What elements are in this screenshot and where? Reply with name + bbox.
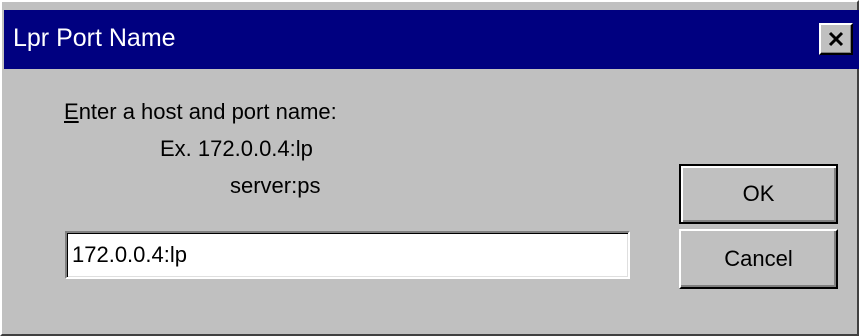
lpr-port-name-dialog: Lpr Port Name Enter a host and port name… bbox=[0, 0, 859, 336]
example-line-2: server:ps bbox=[230, 173, 321, 198]
close-button[interactable] bbox=[819, 23, 853, 55]
host-port-prompt-text: nter a host and port name: bbox=[78, 99, 337, 124]
title-bar: Lpr Port Name bbox=[4, 10, 859, 69]
host-port-input[interactable] bbox=[65, 231, 630, 279]
access-key-e: E bbox=[64, 99, 79, 124]
dialog-title: Lpr Port Name bbox=[13, 24, 176, 52]
ok-button[interactable]: OK bbox=[679, 164, 838, 224]
host-port-prompt-label: Enter a host and port name: bbox=[64, 99, 337, 125]
cancel-button[interactable]: Cancel bbox=[679, 229, 838, 289]
close-x-icon bbox=[828, 31, 844, 47]
example-line-1: Ex. 172.0.0.4:lp bbox=[160, 136, 313, 161]
